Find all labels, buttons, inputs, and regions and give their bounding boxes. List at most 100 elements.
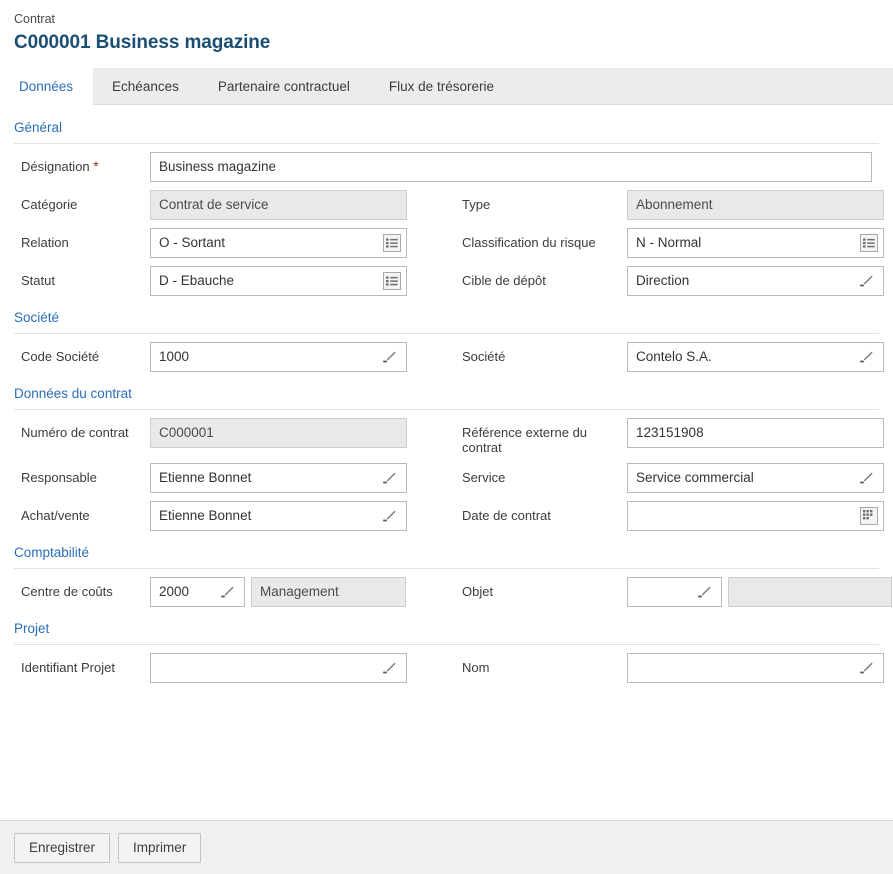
label-categorie: Catégorie bbox=[21, 197, 78, 212]
label-type: Type bbox=[462, 197, 491, 212]
form-body: Général Désignation * Business magazine … bbox=[0, 105, 893, 820]
field-classification-risque-value[interactable]: N - Normal bbox=[628, 229, 860, 257]
label-reference-externe: Référence externe du contrat bbox=[462, 425, 588, 455]
field-designation-value[interactable]: Business magazine bbox=[151, 153, 871, 181]
field-societe-value[interactable]: Contelo S.A. bbox=[628, 343, 856, 371]
save-button[interactable]: Enregistrer bbox=[14, 832, 111, 863]
field-centre-couts-text: Management bbox=[251, 577, 406, 607]
edit-button-identifiant-projet[interactable] bbox=[379, 659, 406, 677]
tab-partenaire-contractuel[interactable]: Partenaire contractuel bbox=[199, 68, 370, 104]
edit-button-centre-couts[interactable] bbox=[217, 583, 244, 601]
section-donnees-contrat-title: Données du contrat bbox=[14, 386, 132, 401]
label-statut: Statut bbox=[21, 273, 55, 288]
field-relation[interactable]: O - Sortant bbox=[150, 228, 407, 258]
field-relation-value[interactable]: O - Sortant bbox=[151, 229, 383, 257]
required-marker: * bbox=[93, 158, 99, 174]
tab-flux-de-tresorerie[interactable]: Flux de trésorerie bbox=[370, 68, 514, 104]
field-reference-externe[interactable]: 123151908 bbox=[627, 418, 884, 448]
field-categorie-value: Contrat de service bbox=[159, 197, 269, 212]
edit-button-service[interactable] bbox=[856, 469, 883, 487]
field-societe[interactable]: Contelo S.A. bbox=[627, 342, 884, 372]
field-date-contrat[interactable] bbox=[627, 501, 884, 531]
edit-button-objet[interactable] bbox=[694, 583, 721, 601]
field-statut-value[interactable]: D - Ebauche bbox=[151, 267, 383, 295]
edit-button-responsable[interactable] bbox=[379, 469, 406, 487]
edit-button-achat-vente[interactable] bbox=[379, 507, 406, 525]
label-date-contrat: Date de contrat bbox=[462, 508, 551, 523]
page-title: C000001 Business magazine bbox=[14, 32, 271, 53]
field-type-value: Abonnement bbox=[636, 197, 713, 212]
field-responsable[interactable]: Etienne Bonnet bbox=[150, 463, 407, 493]
pencil-icon bbox=[379, 507, 399, 525]
form-row-achat-date: Achat/vente Etienne Bonnet Date de contr… bbox=[14, 501, 884, 531]
field-service[interactable]: Service commercial bbox=[627, 463, 884, 493]
field-categorie: Contrat de service bbox=[150, 190, 407, 220]
section-divider bbox=[14, 568, 879, 569]
label-objet: Objet bbox=[462, 584, 494, 599]
label-achat-vente: Achat/vente bbox=[21, 508, 90, 523]
calendar-icon bbox=[860, 507, 878, 525]
pencil-icon bbox=[379, 348, 399, 366]
label-designation: Désignation * bbox=[21, 158, 99, 175]
field-reference-externe-value[interactable]: 123151908 bbox=[628, 419, 883, 447]
label-numero-contrat: Numéro de contrat bbox=[21, 425, 129, 440]
value-help-button-classification-risque[interactable] bbox=[860, 234, 883, 252]
label-cible-depot: Cible de dépôt bbox=[462, 273, 546, 288]
label-responsable: Responsable bbox=[21, 470, 97, 485]
form-row-numero-reference: Numéro de contrat C000001 Référence exte… bbox=[14, 418, 884, 455]
pencil-icon bbox=[694, 583, 714, 601]
field-numero-contrat: C000001 bbox=[150, 418, 407, 448]
field-centre-couts[interactable]: 2000 bbox=[150, 577, 245, 607]
section-divider bbox=[14, 333, 879, 334]
calendar-button-date-contrat[interactable] bbox=[860, 507, 883, 525]
edit-button-nom[interactable] bbox=[856, 659, 883, 677]
breadcrumb: Contrat bbox=[14, 12, 55, 26]
footer-toolbar: Enregistrer Imprimer bbox=[0, 820, 893, 874]
section-general-title: Général bbox=[14, 120, 63, 135]
list-icon bbox=[383, 234, 401, 252]
field-nom[interactable] bbox=[627, 653, 884, 683]
value-help-button-relation[interactable] bbox=[383, 234, 406, 252]
section-projet-title: Projet bbox=[14, 621, 50, 636]
edit-button-societe[interactable] bbox=[856, 348, 883, 366]
tab-echeances[interactable]: Echéances bbox=[93, 68, 199, 104]
field-statut[interactable]: D - Ebauche bbox=[150, 266, 407, 296]
label-code-societe: Code Société bbox=[21, 349, 100, 364]
edit-button-code-societe[interactable] bbox=[379, 348, 406, 366]
section-divider bbox=[14, 644, 879, 645]
pencil-icon bbox=[856, 348, 876, 366]
tab-bar: Données Echéances Partenaire contractuel… bbox=[0, 68, 893, 105]
field-identifiant-projet[interactable] bbox=[150, 653, 407, 683]
field-centre-couts-value[interactable]: 2000 bbox=[151, 578, 217, 606]
field-objet[interactable] bbox=[627, 577, 722, 607]
form-row-centre-objet: Centre de coûts 2000 Management Objet bbox=[14, 577, 892, 607]
field-code-societe[interactable]: 1000 bbox=[150, 342, 407, 372]
form-row-categorie-type: Catégorie Contrat de service Type Abonne… bbox=[14, 190, 884, 220]
label-relation: Relation bbox=[21, 235, 69, 250]
field-cible-depot[interactable]: Direction bbox=[627, 266, 884, 296]
field-classification-risque[interactable]: N - Normal bbox=[627, 228, 884, 258]
label-centre-couts: Centre de coûts bbox=[21, 584, 113, 599]
pencil-icon bbox=[856, 272, 876, 290]
field-code-societe-value[interactable]: 1000 bbox=[151, 343, 379, 371]
label-classification-risque: Classification du risque bbox=[462, 235, 596, 250]
field-cible-depot-value[interactable]: Direction bbox=[628, 267, 856, 295]
form-row-statut-cible: Statut D - Ebauche Cible de dépôt Direct… bbox=[14, 266, 884, 296]
field-centre-couts-text-value: Management bbox=[260, 584, 339, 599]
pencil-icon bbox=[379, 659, 399, 677]
section-divider bbox=[14, 143, 879, 144]
pencil-icon bbox=[217, 583, 237, 601]
list-icon bbox=[383, 272, 401, 290]
field-achat-vente[interactable]: Etienne Bonnet bbox=[150, 501, 407, 531]
field-designation[interactable]: Business magazine bbox=[150, 152, 872, 182]
field-achat-vente-value[interactable]: Etienne Bonnet bbox=[151, 502, 379, 530]
form-row-relation-risque: Relation O - Sortant Classification du r… bbox=[14, 228, 884, 258]
pencil-icon bbox=[856, 469, 876, 487]
tab-donnees[interactable]: Données bbox=[0, 68, 94, 105]
edit-button-cible-depot[interactable] bbox=[856, 272, 883, 290]
value-help-button-statut[interactable] bbox=[383, 272, 406, 290]
field-service-value[interactable]: Service commercial bbox=[628, 464, 856, 492]
print-button[interactable]: Imprimer bbox=[118, 832, 202, 863]
field-responsable-value[interactable]: Etienne Bonnet bbox=[151, 464, 379, 492]
pencil-icon bbox=[379, 469, 399, 487]
